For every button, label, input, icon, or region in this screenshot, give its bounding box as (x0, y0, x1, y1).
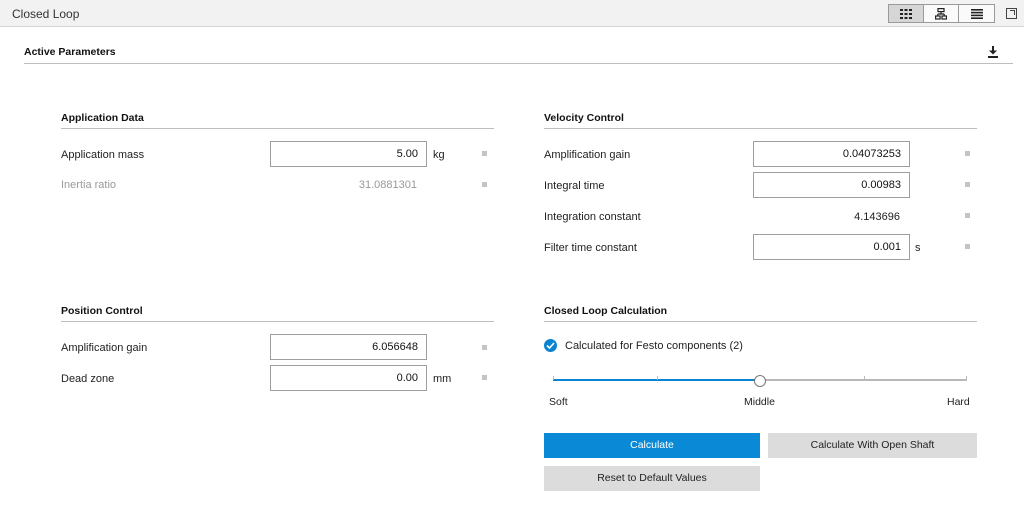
velocity-gain-label: Amplification gain (544, 149, 631, 161)
position-gain-status-marker (482, 345, 487, 350)
festo-components-label: Calculated for Festo components (2) (565, 340, 743, 352)
inertia-ratio-value: 31.0881301 (358, 179, 417, 191)
slider-tick (553, 376, 554, 380)
application-mass-input[interactable]: 5.00 (270, 141, 427, 167)
grid-view-button[interactable] (889, 5, 924, 22)
dead-zone-unit: mm (433, 373, 452, 385)
integration-constant-label: Integration constant (544, 211, 641, 223)
slider-tick (657, 376, 658, 380)
checkmark-icon (546, 342, 555, 349)
inertia-ratio-status-marker (482, 182, 487, 187)
reset-defaults-button[interactable]: Reset to Default Values (544, 466, 760, 491)
application-data-divider (61, 128, 494, 129)
festo-components-checkbox[interactable] (544, 339, 557, 352)
slider-middle-label: Middle (744, 396, 775, 408)
velocity-gain-input[interactable]: 0.04073253 (753, 141, 910, 167)
dead-zone-status-marker (482, 375, 487, 380)
popout-icon[interactable] (1006, 8, 1017, 19)
header-divider (24, 63, 1013, 64)
structure-view-icon (935, 7, 947, 20)
filter-time-constant-input[interactable]: 0.001 (753, 234, 910, 260)
integral-time-label: Integral time (544, 180, 605, 192)
calculate-open-shaft-button[interactable]: Calculate With Open Shaft (768, 433, 977, 458)
integration-constant-value: 4.143696 (854, 211, 900, 223)
inertia-ratio-label: Inertia ratio (61, 179, 117, 191)
dead-zone-label: Dead zone (61, 373, 115, 385)
integral-time-input[interactable]: 0.00983 (753, 172, 910, 198)
position-gain-input[interactable]: 6.056648 (270, 334, 427, 360)
position-control-title: Position Control (61, 305, 143, 317)
grid-view-icon (900, 8, 912, 19)
dead-zone-input[interactable]: 0.00 (270, 365, 427, 391)
slider-tick (966, 376, 967, 380)
structure-view-button[interactable] (924, 5, 959, 22)
slider-soft-label: Soft (549, 396, 568, 408)
integration-constant-status-marker (965, 213, 970, 218)
list-view-icon (970, 8, 983, 19)
application-data-title: Application Data (61, 112, 144, 124)
filter-time-constant-status-marker (965, 244, 970, 249)
velocity-control-title: Velocity Control (544, 112, 624, 124)
stiffness-slider-thumb[interactable] (754, 375, 766, 387)
active-parameters-title: Active Parameters (24, 46, 116, 58)
position-control-divider (61, 321, 494, 322)
application-mass-unit: kg (433, 149, 445, 161)
view-toggle-group (888, 4, 995, 23)
title-bar: Closed Loop (0, 0, 1024, 27)
calculate-button[interactable]: Calculate (544, 433, 760, 458)
velocity-gain-status-marker (965, 151, 970, 156)
filter-time-constant-unit: s (915, 242, 921, 254)
window-title: Closed Loop (12, 7, 80, 21)
velocity-control-divider (544, 128, 977, 129)
position-gain-label: Amplification gain (61, 342, 148, 354)
closed-loop-calculation-divider (544, 321, 977, 322)
slider-tick (864, 376, 865, 380)
slider-hard-label: Hard (947, 396, 970, 408)
download-icon[interactable] (988, 46, 998, 58)
closed-loop-calculation-title: Closed Loop Calculation (544, 305, 668, 317)
list-view-button[interactable] (959, 5, 994, 22)
filter-time-constant-label: Filter time constant (544, 242, 637, 254)
application-mass-label: Application mass (61, 149, 145, 161)
application-mass-status-marker (482, 151, 487, 156)
integral-time-status-marker (965, 182, 970, 187)
